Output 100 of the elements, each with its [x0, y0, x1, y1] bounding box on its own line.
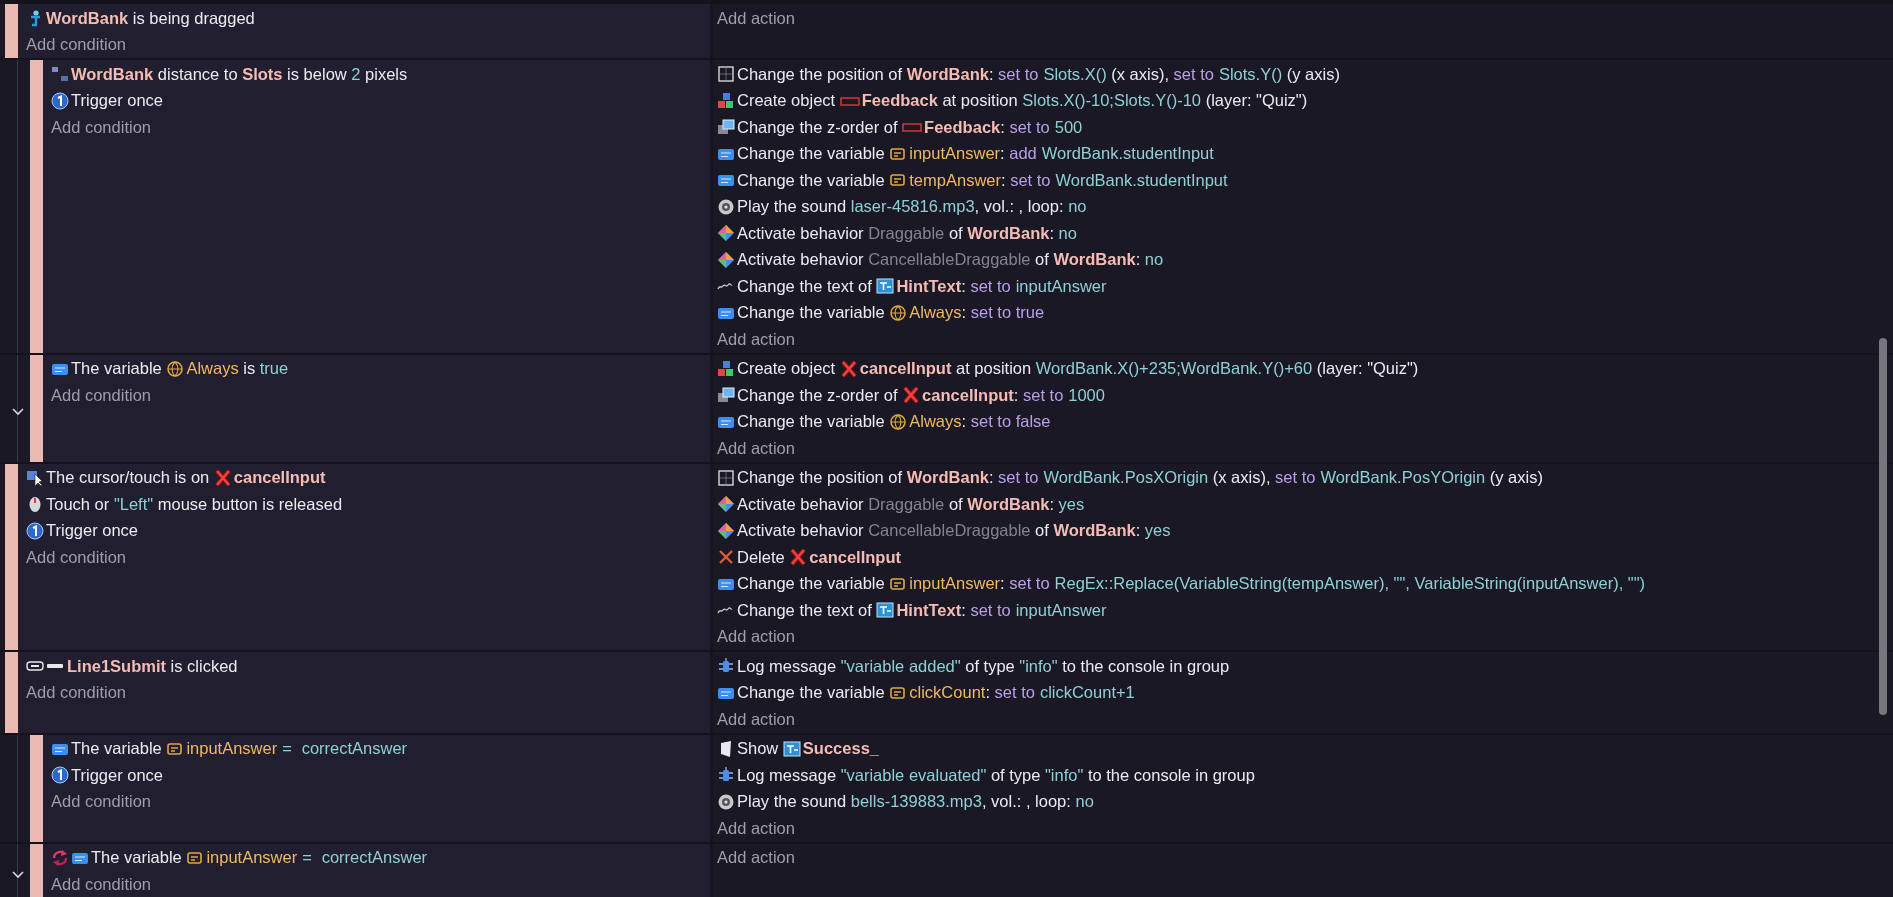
action-text[interactable]: cancelInput	[809, 547, 901, 567]
add-condition-link[interactable]: Add condition	[26, 35, 126, 55]
add-condition-link[interactable]: Add condition	[26, 683, 126, 703]
blocks-icon	[717, 91, 735, 110]
collapse-chevron-icon[interactable]	[12, 870, 24, 879]
condition-text[interactable]: The cursor/touch is on	[46, 468, 214, 488]
action-text[interactable]: Change the variable	[737, 412, 890, 432]
condition-text[interactable]: The variable	[71, 739, 167, 759]
event-handle[interactable]	[5, 652, 18, 733]
action-text[interactable]: inputAnswer: add WordBank.studentInput	[909, 144, 1214, 164]
condition-text[interactable]: cancelInput	[233, 468, 326, 488]
action-text[interactable]: Activate behavior CancellableDraggable of WordBank: yes	[737, 521, 1171, 541]
event-handle[interactable]	[30, 354, 43, 462]
collapse-chevron-icon[interactable]	[12, 408, 24, 416]
action-text[interactable]: Play the sound laser-45816.mp3, vol.: , loop: no	[737, 197, 1087, 217]
speaker-icon	[717, 197, 735, 216]
condition-text[interactable]: Trigger once	[71, 91, 163, 111]
add-action-link[interactable]: Add action	[717, 848, 795, 868]
cross-icon	[789, 548, 808, 567]
action-text[interactable]: Activate behavior Draggable of WordBank: no	[737, 223, 1077, 243]
action-text[interactable]: Show	[737, 739, 783, 759]
action-text[interactable]: Change the variable	[737, 303, 890, 323]
text-lines-icon	[717, 282, 733, 290]
add-action-link[interactable]: Add action	[717, 818, 795, 838]
cursor-icon	[26, 468, 44, 487]
action-text[interactable]: Log message "variable added" of type "info" to the console in group	[737, 656, 1230, 676]
cross-icon	[213, 468, 232, 487]
text-box-icon	[876, 277, 895, 296]
add-action-link[interactable]: Add action	[717, 8, 795, 28]
add-action-link[interactable]: Add action	[717, 709, 795, 729]
action-text[interactable]: Change the position of WordBank: set to WordBank.PosXOrigin (x axis), set to WordBank.PosYOrigin (y axis)	[737, 468, 1543, 488]
diamond-icon	[717, 224, 735, 243]
condition-text[interactable]: WordBank distance to Slots is below 2 pixels	[71, 64, 408, 84]
diamond-icon	[717, 250, 735, 269]
action-text[interactable]: tempAnswer: set to WordBank.studentInput	[909, 170, 1228, 190]
action-text[interactable]: Play the sound bells-139883.mp3, vol.: , loop: no	[737, 792, 1094, 812]
condition-text[interactable]: The variable	[91, 848, 187, 868]
condition-text[interactable]: inputAnswer = correctAnswer	[186, 739, 408, 759]
action-text[interactable]: Create object	[737, 91, 840, 111]
action-text[interactable]: inputAnswer: set to RegEx::Replace(VariableString(tempAnswer), "", VariableString(inputAnswer), "")	[909, 574, 1646, 594]
diamond-icon	[717, 521, 735, 540]
action-text[interactable]: Change the z-order of	[737, 117, 903, 137]
action-text[interactable]: Activate behavior CancellableDraggable of WordBank: no	[737, 250, 1164, 270]
text-box-icon	[876, 601, 895, 620]
event-handle[interactable]	[30, 734, 43, 842]
globe-icon	[889, 303, 908, 322]
action-text[interactable]: Change the text of	[737, 600, 877, 620]
event-handle[interactable]	[5, 4, 18, 58]
action-text[interactable]: Feedback: set to 500	[924, 117, 1083, 137]
condition-text[interactable]: inputAnswer = correctAnswer	[206, 848, 428, 868]
condition-text[interactable]: Touch or "Left" mouse button is released	[46, 494, 343, 514]
add-condition-link[interactable]: Add condition	[51, 117, 151, 137]
action-text[interactable]: Feedback at position Slots.X()-10;Slots.Y()-10 (layer: "Quiz")	[861, 91, 1308, 111]
action-text[interactable]: cancelInput: set to 1000	[922, 385, 1105, 405]
condition-text[interactable]: Trigger once	[71, 765, 163, 785]
event-handle[interactable]	[30, 843, 43, 897]
numbered-circle-icon	[51, 766, 69, 785]
add-condition-link[interactable]: Add condition	[51, 874, 151, 894]
event-handle[interactable]	[30, 60, 43, 353]
add-condition-link[interactable]: Add condition	[51, 792, 151, 812]
blocks-icon	[717, 359, 735, 378]
action-text[interactable]: Always: set to false	[909, 412, 1051, 432]
action-text[interactable]: Change the position of WordBank: set to Slots.X() (x axis), set to Slots.Y() (y axis)	[737, 64, 1340, 84]
grid-square-icon	[717, 468, 735, 487]
action-text[interactable]: Create object	[737, 359, 840, 379]
action-text[interactable]: HintText: set to inputAnswer	[896, 276, 1107, 296]
scrollbar[interactable]	[1879, 338, 1887, 715]
action-text[interactable]: Change the variable	[737, 683, 890, 703]
action-text[interactable]: Always: set to true	[909, 303, 1045, 323]
add-condition-link[interactable]: Add condition	[51, 385, 151, 405]
condition-text[interactable]: Always is true	[186, 359, 289, 379]
condition-text[interactable]: The variable	[71, 359, 167, 379]
cross-icon	[839, 359, 858, 378]
globe-icon	[166, 359, 185, 378]
action-text[interactable]: clickCount: set to clickCount+1	[909, 683, 1135, 703]
layers-icon	[717, 386, 735, 405]
add-action-link[interactable]: Add action	[717, 627, 795, 647]
action-text[interactable]: Change the variable	[737, 144, 890, 164]
squares-icon	[51, 65, 69, 84]
text-lines-icon	[717, 606, 733, 614]
action-text[interactable]: Change the z-order of	[737, 385, 903, 405]
action-text[interactable]: HintText: set to inputAnswer	[896, 600, 1107, 620]
action-text[interactable]: Change the variable	[737, 574, 890, 594]
condition-text[interactable]: Line1Submit is clicked	[67, 656, 238, 676]
add-condition-link[interactable]: Add condition	[26, 547, 126, 567]
globe-icon	[889, 412, 908, 431]
speaker-icon	[717, 792, 735, 811]
action-text[interactable]: Change the variable	[737, 170, 890, 190]
condition-text[interactable]: WordBank is being dragged	[46, 8, 255, 28]
layers-icon	[717, 118, 735, 137]
action-text[interactable]: Delete	[737, 547, 790, 567]
event-handle[interactable]	[5, 463, 18, 650]
add-action-link[interactable]: Add action	[717, 329, 795, 349]
action-text[interactable]: Activate behavior Draggable of WordBank: yes	[737, 494, 1085, 514]
action-text[interactable]: cancelInput at position WordBank.X()+235;WordBank.Y()+60 (layer: "Quiz")	[859, 359, 1419, 379]
action-text[interactable]: Log message "variable evaluated" of type "info" to the console in group	[737, 765, 1255, 785]
action-text[interactable]: Change the text of	[737, 276, 877, 296]
condition-text[interactable]: Trigger once	[46, 521, 138, 541]
action-text[interactable]: Success_	[802, 739, 879, 759]
add-action-link[interactable]: Add action	[717, 438, 795, 458]
